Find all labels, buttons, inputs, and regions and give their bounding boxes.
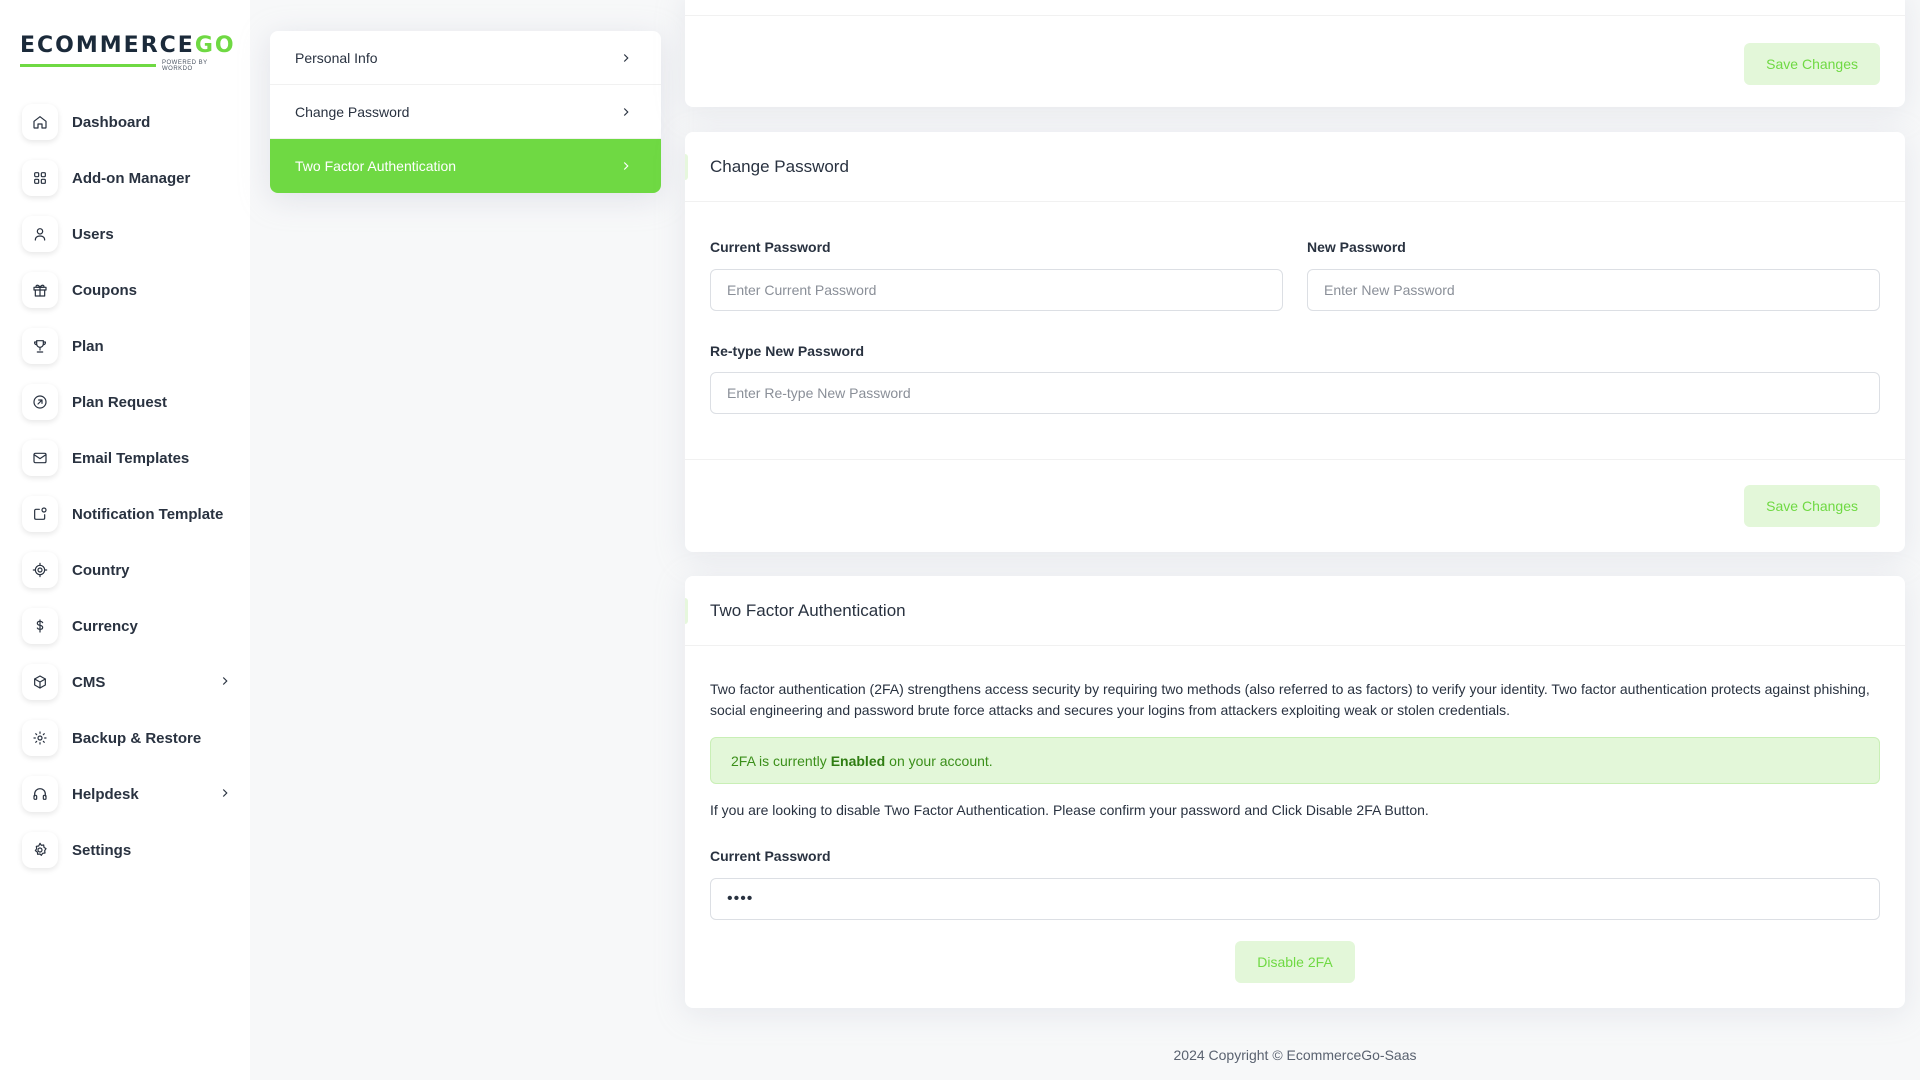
sidebar-item-coupons[interactable]: Coupons — [22, 262, 232, 318]
package-icon — [22, 664, 58, 700]
card-divider — [685, 15, 1905, 16]
tab-two-factor-authentication[interactable]: Two Factor Authentication — [270, 139, 661, 193]
tab-label: Change Password — [295, 103, 410, 120]
dollar-icon — [22, 608, 58, 644]
sidebar-item-notification-template[interactable]: Notification Template — [22, 486, 232, 542]
chevron-right-icon — [619, 159, 633, 173]
save-password-button[interactable]: Save Changes — [1744, 485, 1880, 527]
gear-icon — [22, 832, 58, 868]
sidebar-item-label: Users — [72, 225, 114, 243]
sidebar-item-helpdesk[interactable]: Helpdesk — [22, 766, 232, 822]
card-header: Change Password — [685, 132, 1905, 202]
two-factor-status-alert: 2FA is currently Enabled on your account… — [710, 737, 1880, 784]
tab-change-password[interactable]: Change Password — [270, 85, 661, 139]
tab-label: Two Factor Authentication — [295, 158, 457, 174]
sidebar-item-label: Backup & Restore — [72, 729, 202, 747]
gift-icon — [22, 272, 58, 308]
sidebar-item-label: Dashboard — [72, 113, 151, 131]
current-password-label: Current Password — [710, 239, 831, 255]
chevron-right-icon — [218, 786, 232, 800]
sidebar-nav: Dashboard Add-on Manager Users Coupons P… — [22, 94, 232, 878]
chevron-right-icon — [218, 674, 232, 688]
sidebar-item-label: Notification Template — [72, 505, 224, 523]
sidebar-item-label: Settings — [72, 841, 132, 859]
sidebar: ECOMMERCEGO POWERED BY WORKDO Dashboard … — [0, 0, 250, 1080]
user-icon — [22, 216, 58, 252]
current-password-input[interactable] — [710, 269, 1283, 311]
arrow-circle-icon — [22, 384, 58, 420]
save-changes-button[interactable]: Save Changes — [1744, 43, 1880, 85]
sidebar-item-label: Helpdesk — [72, 785, 139, 803]
tab-personal-info[interactable]: Personal Info — [270, 31, 661, 85]
sidebar-item-label: Plan Request — [72, 393, 168, 411]
chevron-right-icon — [619, 51, 633, 65]
sidebar-item-email-templates[interactable]: Email Templates — [22, 430, 232, 486]
card-divider — [685, 459, 1905, 460]
new-password-input[interactable] — [1307, 269, 1880, 311]
retype-password-input[interactable] — [710, 372, 1880, 414]
disable-instructions: If you are looking to disable Two Factor… — [710, 802, 1429, 818]
retype-password-label: Re-type New Password — [710, 343, 865, 359]
status-suffix: on your account. — [889, 752, 993, 769]
sidebar-item-label: CMS — [72, 673, 106, 691]
tab-label: Personal Info — [295, 49, 378, 66]
card-title: Change Password — [710, 156, 849, 176]
brand-logo[interactable]: ECOMMERCEGO POWERED BY WORKDO — [20, 33, 236, 72]
sidebar-item-users[interactable]: Users — [22, 206, 232, 262]
sidebar-item-addon-manager[interactable]: Add-on Manager — [22, 150, 232, 206]
backup-icon — [22, 720, 58, 756]
status-prefix: 2FA is currently — [731, 752, 827, 769]
sidebar-item-currency[interactable]: Currency — [22, 598, 232, 654]
sidebar-item-label: Plan — [72, 337, 104, 355]
notification-icon — [22, 496, 58, 532]
sidebar-item-label: Coupons — [72, 281, 137, 299]
home-icon — [22, 104, 58, 140]
change-password-card: Change Password Current Password New Pas… — [685, 132, 1905, 552]
card-title: Two Factor Authentication — [710, 600, 906, 620]
status-badge: Enabled — [830, 752, 886, 769]
confirm-password-label: Current Password — [710, 848, 831, 864]
sidebar-item-label: Add-on Manager — [72, 169, 191, 187]
sidebar-item-backup-restore[interactable]: Backup & Restore — [22, 710, 232, 766]
sidebar-item-settings[interactable]: Settings — [22, 822, 232, 878]
two-factor-description: Two factor authentication (2FA) strength… — [710, 681, 1870, 718]
sidebar-item-plan-request[interactable]: Plan Request — [22, 374, 232, 430]
page-footer: 2024 Copyright © EcommerceGo-Saas — [1173, 1047, 1417, 1063]
disable-2fa-button[interactable]: Disable 2FA — [1235, 941, 1355, 983]
sidebar-item-label: Email Templates — [72, 449, 190, 467]
apps-icon — [22, 160, 58, 196]
two-factor-card: Two Factor Authentication Two factor aut… — [685, 576, 1905, 1008]
new-password-label: New Password — [1307, 239, 1406, 255]
settings-tab-list: Personal Info Change Password Two Factor… — [270, 31, 661, 193]
logo-underline — [20, 64, 156, 67]
logo-subtext: POWERED BY WORKDO — [162, 60, 208, 72]
sidebar-item-label: Currency — [72, 617, 138, 635]
card-header: Two Factor Authentication — [685, 576, 1905, 646]
sidebar-item-plan[interactable]: Plan — [22, 318, 232, 374]
confirm-password-input[interactable] — [710, 878, 1880, 920]
headset-icon — [22, 776, 58, 812]
sidebar-item-cms[interactable]: CMS — [22, 654, 232, 710]
chevron-right-icon — [619, 105, 633, 119]
sidebar-item-dashboard[interactable]: Dashboard — [22, 94, 232, 150]
logo-text: ECOMMERCEGO — [20, 33, 236, 58]
trophy-icon — [22, 328, 58, 364]
mail-icon — [22, 440, 58, 476]
sidebar-item-label: Country — [72, 561, 130, 579]
personal-info-card: Save Changes — [685, 0, 1905, 107]
sidebar-item-country[interactable]: Country — [22, 542, 232, 598]
target-icon — [22, 552, 58, 588]
